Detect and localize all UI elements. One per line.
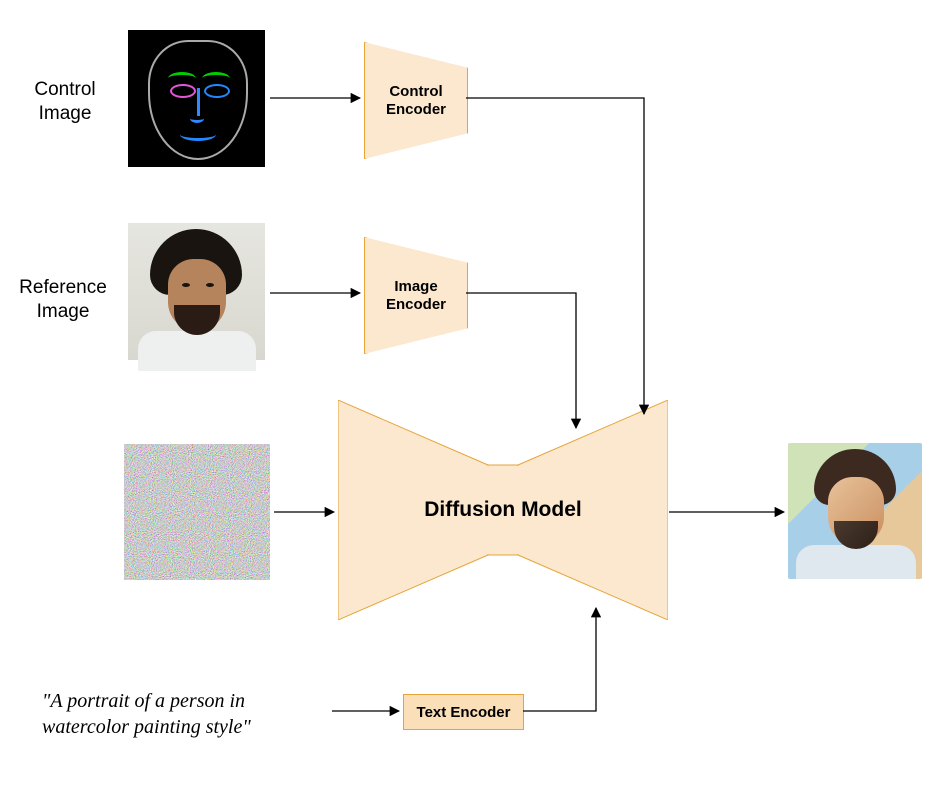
reference-image-thumbnail [128, 223, 265, 360]
output-image-thumbnail [788, 443, 922, 579]
arrow-text-encoder-to-diffusion [523, 608, 596, 711]
out-shirt-icon [796, 545, 916, 579]
arrow-control-encoder-to-diffusion [466, 98, 644, 414]
text-encoder-label: Text Encoder [417, 704, 511, 721]
noise-image-thumbnail [124, 444, 270, 580]
right-eye-icon [204, 84, 230, 98]
ref-right-eye-icon [206, 283, 214, 287]
left-eye-icon [170, 84, 196, 98]
image-encoder-label: ImageEncoder [386, 278, 446, 314]
control-encoder-label: ControlEncoder [386, 83, 446, 119]
control-image-thumbnail [128, 30, 265, 167]
control-image-label: ControlImage [22, 78, 108, 126]
control-encoder-block: ControlEncoder [364, 42, 468, 159]
diffusion-model-block: Diffusion Model [338, 400, 668, 620]
reference-image-label: ReferenceImage [8, 276, 118, 324]
ref-left-eye-icon [182, 283, 190, 287]
mouth-icon [180, 128, 216, 141]
nose-base-icon [190, 114, 204, 123]
prompt-text: "A portrait of a person inwatercolor pai… [42, 688, 342, 740]
ref-shirt-icon [138, 331, 256, 371]
image-encoder-block: ImageEncoder [364, 237, 468, 354]
diffusion-model-label: Diffusion Model [338, 400, 668, 620]
nose-bridge-icon [197, 88, 200, 116]
text-encoder-block: Text Encoder [403, 694, 524, 730]
